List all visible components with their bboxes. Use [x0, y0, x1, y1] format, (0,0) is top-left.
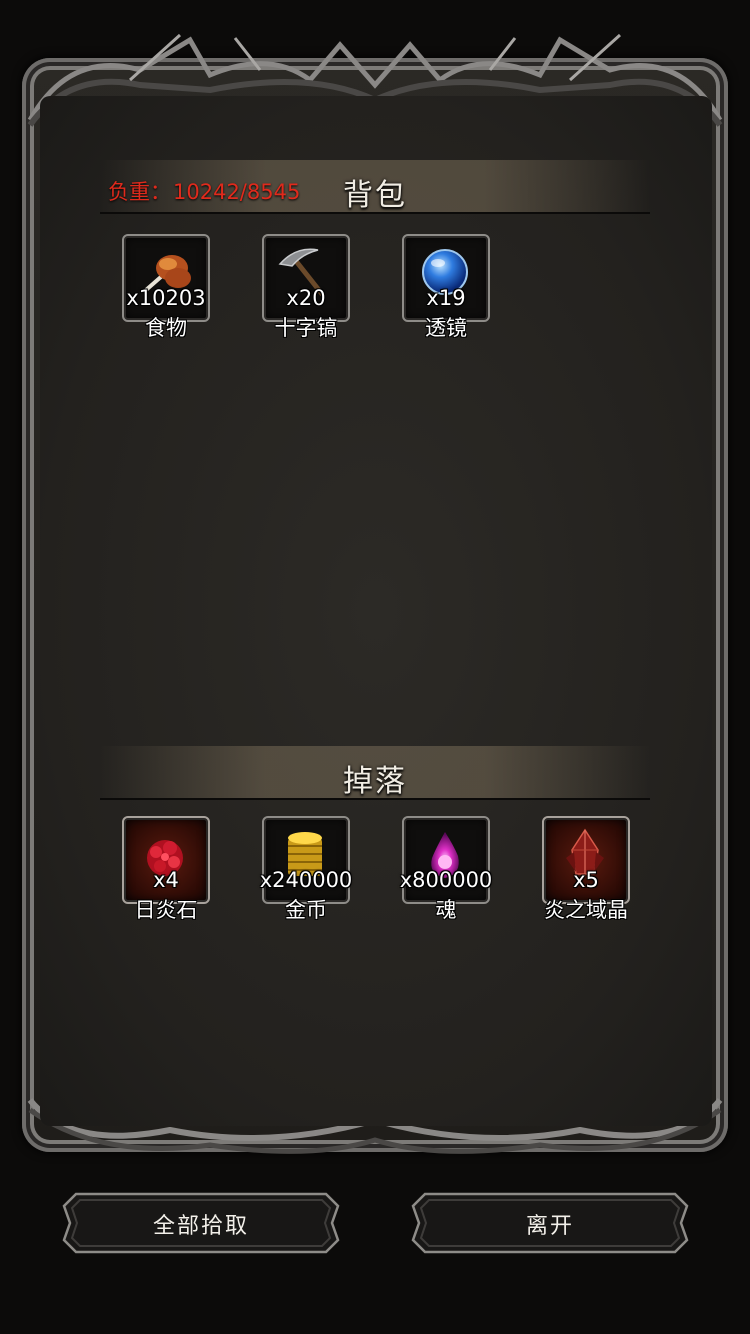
weight-value: 10242/8545: [173, 180, 301, 204]
item-name: 食物: [145, 316, 187, 340]
item-name: 透镜: [425, 316, 467, 340]
item-quantity: x19: [426, 286, 466, 310]
drop-slot-flame-crystal[interactable]: x5 炎之域晶: [542, 816, 630, 922]
item-quantity: x4: [153, 868, 179, 892]
item-name: 金币: [285, 898, 327, 922]
item-name: 魂: [435, 898, 457, 922]
item-quantity: x240000: [259, 868, 353, 892]
item-quantity: x800000: [399, 868, 493, 892]
drop-slot-soul[interactable]: x800000 魂: [400, 816, 492, 922]
drop-slot-sunfire-stone[interactable]: x4 日炎石: [122, 816, 210, 922]
weight-indicator: 负重：10242/8545: [108, 176, 300, 206]
item-quantity: x10203: [126, 286, 206, 310]
drops-header: 掉落: [100, 746, 650, 800]
leave-button[interactable]: 离开: [411, 1192, 689, 1254]
pick-all-label: 全部拾取: [152, 1214, 249, 1239]
item-name: 炎之域晶: [544, 898, 628, 922]
item-quantity: x5: [573, 868, 599, 892]
weight-label: 负重：: [108, 180, 171, 204]
backpack-slot-food[interactable]: x10203 食物: [122, 234, 210, 340]
item-name: 日炎石: [134, 898, 198, 922]
backpack-slot-pickaxe[interactable]: x20 十字镐: [262, 234, 350, 340]
item-name: 十字镐: [274, 316, 338, 340]
leave-label: 离开: [525, 1214, 574, 1239]
backpack-slot-lens[interactable]: x19 透镜: [402, 234, 490, 340]
drops-title: 掉落: [343, 764, 407, 799]
drop-slot-gold[interactable]: x240000 金币: [260, 816, 352, 922]
pick-all-button[interactable]: 全部拾取: [62, 1192, 340, 1254]
item-quantity: x20: [286, 286, 326, 310]
